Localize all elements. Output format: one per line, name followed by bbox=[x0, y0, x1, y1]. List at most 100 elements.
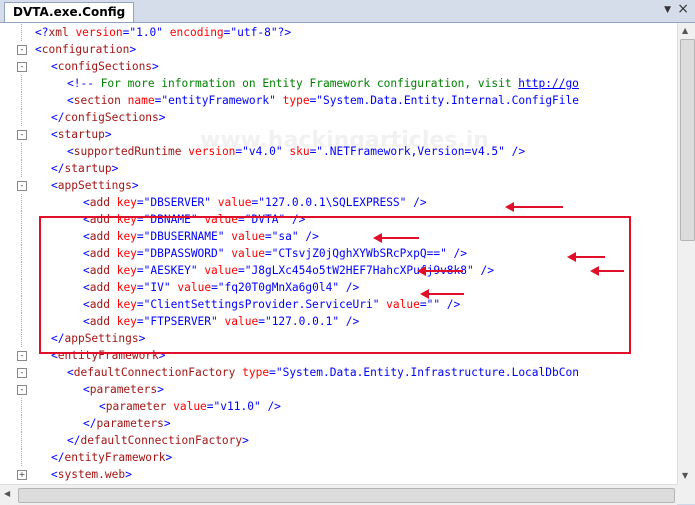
chevron-down-icon[interactable]: ▼ bbox=[664, 5, 671, 15]
token: <!-- bbox=[67, 77, 94, 90]
code-text: <?xml version="1.0" encoding="utf-8"?> bbox=[35, 24, 291, 41]
fold-guide bbox=[21, 160, 22, 177]
code-line[interactable]: - <appSettings> bbox=[0, 177, 677, 194]
code-line[interactable]: - <startup> bbox=[0, 126, 677, 143]
code-line[interactable]: <!-- For more information on Entity Fram… bbox=[0, 75, 677, 92]
token: =" bbox=[122, 26, 137, 39]
red-arrow-annotation bbox=[373, 233, 419, 243]
close-icon[interactable]: × bbox=[677, 1, 689, 17]
code-text: </defaultConnectionFactory> bbox=[67, 432, 249, 449]
fold-guide bbox=[21, 313, 22, 330]
token: startup bbox=[57, 128, 105, 141]
fold-guide bbox=[21, 330, 22, 347]
code-line[interactable]: </configSections> bbox=[0, 109, 677, 126]
code-line[interactable]: - <configuration> bbox=[0, 41, 677, 58]
fold-toggle-icon[interactable]: - bbox=[17, 181, 27, 191]
token: < bbox=[51, 60, 58, 73]
token: 1.0 bbox=[136, 26, 157, 39]
code-line[interactable]: <?xml version="1.0" encoding="utf-8"?> bbox=[0, 24, 677, 41]
fold-guide bbox=[21, 449, 22, 466]
code-line[interactable]: </defaultConnectionFactory> bbox=[0, 432, 677, 449]
token: " /> bbox=[399, 196, 427, 209]
token: System.Data.Entity.Infrastructure.LocalD… bbox=[282, 366, 579, 379]
token: encoding bbox=[163, 26, 224, 39]
fold-guide bbox=[21, 432, 22, 449]
code-text: <!-- For more information on Entity Fram… bbox=[67, 75, 579, 92]
scroll-up-icon[interactable]: ▲ bbox=[682, 26, 688, 35]
token: > bbox=[163, 417, 171, 430]
code-line[interactable]: <parameter value="v11.0" /> bbox=[0, 398, 677, 415]
code-text: <configuration> bbox=[35, 41, 136, 58]
fold-toggle-icon[interactable]: - bbox=[17, 130, 27, 140]
token: configSections bbox=[64, 111, 159, 124]
token: " bbox=[269, 94, 276, 107]
tab-dvta-config[interactable]: DVTA.exe.Config bbox=[4, 2, 135, 22]
code-line[interactable]: - <defaultConnectionFactory type="System.… bbox=[0, 364, 677, 381]
scroll-down-icon[interactable]: ▼ bbox=[682, 471, 688, 480]
token: appSettings bbox=[57, 179, 132, 192]
horizontal-scrollbar[interactable]: ◀ bbox=[0, 484, 677, 505]
token: parameters bbox=[89, 383, 158, 396]
token: </ bbox=[51, 162, 65, 175]
token: type bbox=[235, 366, 270, 379]
code-line[interactable]: <section name="entityFramework" type="Sy… bbox=[0, 92, 677, 109]
token: For more information on Entity Framework… bbox=[93, 77, 519, 90]
code-line[interactable]: <supportedRuntime version="v4.0" sku=".N… bbox=[0, 143, 677, 160]
fold-guide bbox=[21, 296, 22, 313]
token: > bbox=[131, 179, 139, 192]
token: System.Data.Entity.Internal.ConfigFile bbox=[323, 94, 579, 107]
fold-toggle-icon[interactable]: - bbox=[17, 45, 27, 55]
fold-toggle-icon[interactable]: - bbox=[17, 368, 27, 378]
code-line[interactable]: </startup> bbox=[0, 160, 677, 177]
token: > bbox=[152, 60, 159, 73]
code-line[interactable]: - <parameters> bbox=[0, 381, 677, 398]
token: </ bbox=[67, 434, 81, 447]
token: <? bbox=[35, 26, 49, 39]
code-line[interactable]: </entityFramework> bbox=[0, 449, 677, 466]
token: startup bbox=[64, 162, 112, 175]
code-text: <parameter value="v11.0" /> bbox=[99, 398, 281, 415]
code-text: <section name="entityFramework" type="Sy… bbox=[67, 92, 579, 109]
fold-guide bbox=[21, 245, 22, 262]
fold-guide bbox=[21, 279, 22, 296]
code-line[interactable]: + <system.web> bbox=[0, 466, 677, 483]
fold-guide bbox=[21, 262, 22, 279]
code-line[interactable]: <add key="DBSERVER" value="127.0.0.1\SQL… bbox=[0, 194, 677, 211]
red-arrow-annotation bbox=[567, 252, 605, 262]
fold-guide bbox=[21, 143, 22, 160]
fold-guide bbox=[21, 194, 22, 211]
token: < bbox=[51, 179, 58, 192]
token: http://go bbox=[518, 77, 579, 90]
token: version bbox=[181, 145, 236, 158]
scroll-left-icon[interactable]: ◀ bbox=[4, 489, 10, 498]
code-line[interactable]: - <configSections> bbox=[0, 58, 677, 75]
fold-toggle-icon[interactable]: - bbox=[17, 62, 27, 72]
fold-toggle-icon[interactable]: - bbox=[17, 385, 27, 395]
fold-guide bbox=[21, 415, 22, 432]
code-line[interactable]: </parameters> bbox=[0, 415, 677, 432]
token: entityFramework bbox=[64, 451, 166, 464]
code-text: <appSettings> bbox=[51, 177, 139, 194]
token: =" bbox=[223, 26, 238, 39]
red-arrow-annotation bbox=[590, 266, 624, 276]
fold-guide bbox=[21, 211, 22, 228]
token: > bbox=[165, 451, 173, 464]
vertical-scroll-thumb[interactable] bbox=[680, 39, 695, 241]
token: type bbox=[275, 94, 310, 107]
scroll-corner bbox=[677, 484, 695, 504]
code-text: <system.web> bbox=[51, 466, 132, 483]
fold-toggle-icon[interactable]: + bbox=[17, 470, 27, 480]
code-text: </startup> bbox=[51, 160, 118, 177]
fold-toggle-icon[interactable]: - bbox=[17, 351, 27, 361]
red-arrow-annotation bbox=[505, 202, 563, 212]
token: < bbox=[51, 128, 58, 141]
horizontal-scroll-thumb[interactable] bbox=[18, 488, 675, 503]
token: =" bbox=[136, 196, 151, 209]
token: "?> bbox=[270, 26, 292, 39]
token: utf-8 bbox=[237, 26, 271, 39]
token: > bbox=[129, 43, 137, 56]
vertical-scrollbar[interactable]: ▲ ▼ bbox=[677, 23, 695, 484]
token: =" bbox=[206, 400, 221, 413]
token: value bbox=[166, 400, 207, 413]
token: < bbox=[83, 196, 90, 209]
